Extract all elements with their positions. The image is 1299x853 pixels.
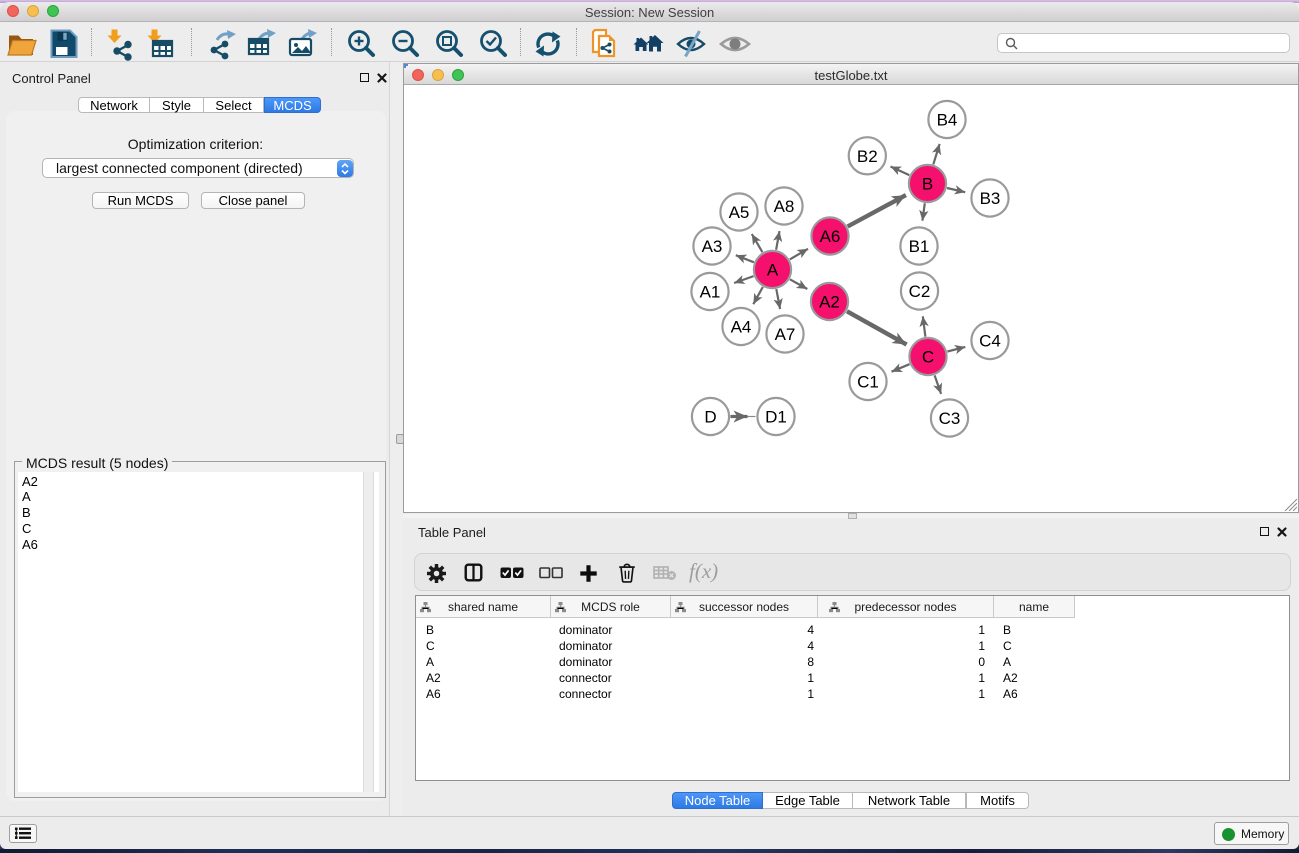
svg-text:C1: C1 [857,373,879,392]
svg-text:D: D [704,408,716,427]
svg-text:B: B [922,175,933,194]
svg-text:B2: B2 [857,147,878,166]
svg-text:D1: D1 [765,408,787,427]
svg-text:C: C [922,348,934,367]
svg-text:C3: C3 [939,409,961,428]
svg-text:B4: B4 [937,111,958,130]
svg-text:A1: A1 [700,283,721,302]
svg-text:C4: C4 [979,332,1001,351]
svg-text:A6: A6 [820,227,841,246]
svg-text:A3: A3 [702,237,723,256]
svg-text:A: A [767,261,779,280]
svg-text:A5: A5 [729,203,750,222]
svg-text:A2: A2 [819,293,840,312]
svg-text:A4: A4 [731,318,752,337]
svg-text:C2: C2 [909,282,931,301]
svg-text:B1: B1 [909,237,930,256]
svg-text:B3: B3 [980,189,1001,208]
svg-text:A7: A7 [775,325,796,344]
svg-text:A8: A8 [774,197,795,216]
